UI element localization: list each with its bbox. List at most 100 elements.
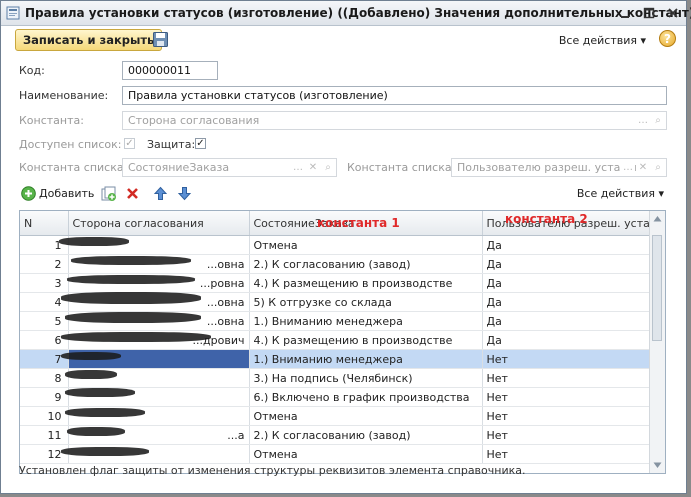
select-ellipsis-icon[interactable]: … bbox=[636, 112, 650, 129]
list-constant2-label: Константа списка2: bbox=[19, 161, 135, 174]
scroll-down-icon[interactable] bbox=[653, 462, 662, 469]
row-number: 6 bbox=[20, 330, 69, 350]
state-cell[interactable]: 2.) К согласованию (завод) bbox=[249, 254, 483, 274]
allowed-cell[interactable]: Нет bbox=[482, 387, 652, 407]
allowed-cell[interactable]: Да bbox=[482, 235, 652, 255]
column-header-side[interactable]: Сторона согласования bbox=[68, 211, 250, 236]
save-and-close-button[interactable]: Записать и закрыть bbox=[15, 29, 163, 51]
state-cell[interactable]: 1.) Вниманию менеджера bbox=[249, 311, 483, 331]
state-cell[interactable]: 2.) К согласованию (завод) bbox=[249, 425, 483, 445]
redaction-mark bbox=[67, 275, 195, 284]
select-ellipsis-icon[interactable]: … bbox=[621, 159, 635, 176]
scroll-up-icon[interactable] bbox=[653, 215, 662, 222]
state-cell[interactable]: Отмена bbox=[249, 235, 483, 255]
constant-field[interactable]: Сторона согласования … ⌕ bbox=[122, 111, 667, 130]
list-constant3-field[interactable]: Пользователю разреш. устанавл … ✕ ⌕ bbox=[451, 158, 667, 177]
select-ellipsis-icon[interactable]: … bbox=[291, 159, 305, 176]
code-field[interactable]: 000000011 bbox=[122, 61, 218, 80]
constant-value: Сторона согласования bbox=[128, 114, 260, 127]
allowed-cell[interactable]: Да bbox=[482, 292, 652, 312]
name-label: Наименование: bbox=[19, 89, 109, 102]
redaction-mark bbox=[65, 408, 145, 417]
scroll-thumb[interactable] bbox=[652, 235, 662, 341]
state-cell[interactable]: Отмена bbox=[249, 406, 483, 426]
search-icon[interactable]: ⌕ bbox=[651, 159, 665, 176]
redaction-mark bbox=[61, 292, 201, 304]
redaction-mark bbox=[67, 427, 125, 436]
clear-icon[interactable]: ✕ bbox=[306, 159, 320, 176]
redaction-mark bbox=[65, 312, 201, 323]
list-available-label: Доступен список: bbox=[19, 138, 122, 151]
row-number: 12 bbox=[20, 444, 69, 464]
protection-label: Защита: bbox=[147, 138, 196, 151]
list-constant3-value: Пользователю разреш. устанавл bbox=[457, 161, 648, 174]
search-icon[interactable]: ⌕ bbox=[321, 159, 335, 176]
row-number: 11 bbox=[20, 425, 69, 445]
form-window: Правила установки статусов (изготовление… bbox=[0, 0, 691, 494]
allowed-cell[interactable]: Нет bbox=[482, 444, 652, 464]
allowed-cell[interactable]: Нет bbox=[482, 368, 652, 388]
redaction-mark bbox=[65, 388, 135, 397]
state-cell[interactable]: 1.) Вниманию менеджера bbox=[249, 349, 483, 369]
status-message: Установлен флаг защиты от изменения стру… bbox=[19, 464, 526, 477]
close-icon[interactable] bbox=[666, 6, 680, 20]
list-constant2-field[interactable]: СостояниеЗаказа … ✕ ⌕ bbox=[122, 158, 337, 177]
redaction-mark bbox=[61, 352, 121, 360]
form-toolbar: Записать и закрыть Все действия ▾ ? bbox=[15, 29, 676, 53]
annotation-constant-1: константа 1 bbox=[317, 216, 400, 230]
list-constant3-label: Константа списка3: bbox=[347, 161, 463, 174]
help-icon[interactable]: ? bbox=[659, 30, 676, 47]
form-icon bbox=[6, 6, 20, 20]
name-field[interactable]: Правила установки статусов (изготовление… bbox=[122, 86, 667, 105]
maximize-icon[interactable] bbox=[642, 6, 656, 20]
allowed-cell[interactable]: Да bbox=[482, 254, 652, 274]
row-number: 8 bbox=[20, 368, 69, 388]
state-cell[interactable]: 5) К отгрузке со склада bbox=[249, 292, 483, 312]
list-available-checkbox[interactable]: ✓ bbox=[124, 138, 135, 149]
row-number: 2 bbox=[20, 254, 69, 274]
allowed-cell[interactable]: Да bbox=[482, 273, 652, 293]
row-number: 5 bbox=[20, 311, 69, 331]
title-bar: Правила установки статусов (изготовление… bbox=[1, 1, 691, 26]
allowed-cell[interactable]: Нет bbox=[482, 425, 652, 445]
state-cell[interactable]: Отмена bbox=[249, 444, 483, 464]
move-up-icon[interactable] bbox=[153, 186, 168, 201]
allowed-cell[interactable]: Да bbox=[482, 311, 652, 331]
protection-checkbox[interactable]: ✓ bbox=[195, 138, 206, 149]
grid-all-actions-menu[interactable]: Все действия ▾ bbox=[577, 187, 664, 200]
row-number: 3 bbox=[20, 273, 69, 293]
vertical-scrollbar[interactable] bbox=[649, 211, 665, 473]
allowed-cell[interactable]: Да bbox=[482, 330, 652, 350]
add-button[interactable]: Добавить bbox=[39, 187, 94, 200]
allowed-cell[interactable]: Нет bbox=[482, 349, 652, 369]
save-icon[interactable] bbox=[153, 32, 168, 47]
annotation-constant-2: константа 2 bbox=[505, 212, 588, 226]
state-cell[interactable]: 4.) К размещению в производстве bbox=[249, 273, 483, 293]
move-down-icon[interactable] bbox=[177, 186, 192, 201]
state-cell[interactable]: 3.) На подпись (Челябинск) bbox=[249, 368, 483, 388]
redaction-mark bbox=[59, 237, 129, 246]
delete-icon[interactable] bbox=[125, 186, 140, 201]
minimize-icon[interactable] bbox=[618, 6, 632, 20]
clear-icon[interactable]: ✕ bbox=[636, 159, 650, 176]
window-title: Правила установки статусов (изготовление… bbox=[25, 6, 691, 20]
grid-toolbar: Добавить Все действия ▾ bbox=[19, 184, 664, 206]
state-cell[interactable]: 4.) К размещению в производстве bbox=[249, 330, 483, 350]
form-content: Записать и закрыть Все действия ▾ ? Код:… bbox=[1, 26, 686, 493]
search-icon[interactable]: ⌕ bbox=[651, 112, 665, 129]
code-label: Код: bbox=[19, 64, 45, 77]
row-number: 9 bbox=[20, 387, 69, 407]
allowed-cell[interactable]: Нет bbox=[482, 406, 652, 426]
all-actions-menu[interactable]: Все действия ▾ bbox=[559, 34, 646, 47]
add-icon[interactable] bbox=[21, 186, 36, 201]
list-constant2-value: СостояниеЗаказа bbox=[128, 161, 230, 174]
column-header-n[interactable]: N bbox=[20, 211, 69, 236]
redaction-mark bbox=[61, 447, 149, 456]
redaction-mark bbox=[71, 256, 191, 265]
row-number: 7 bbox=[20, 349, 69, 369]
state-cell[interactable]: 6.) Включено в график производства bbox=[249, 387, 483, 407]
redaction-mark bbox=[61, 332, 211, 342]
constant-label: Константа: bbox=[19, 114, 84, 127]
copy-icon[interactable] bbox=[101, 186, 117, 202]
redaction-mark bbox=[65, 370, 117, 379]
